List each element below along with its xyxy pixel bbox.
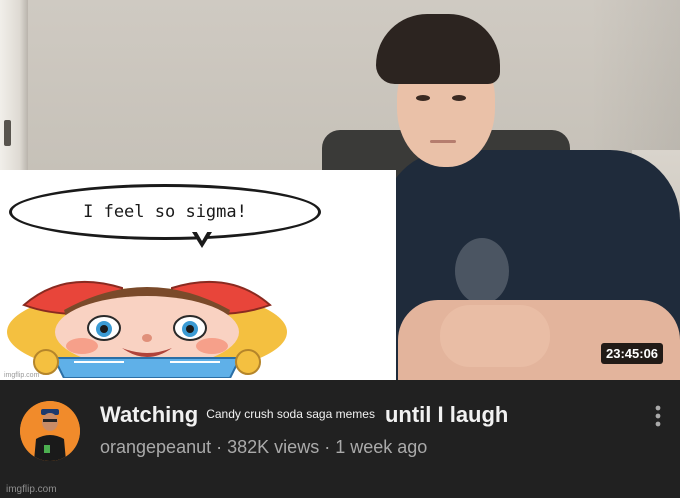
upload-age: 1 week ago xyxy=(335,437,428,457)
meta-separator: · xyxy=(324,437,331,457)
video-title[interactable]: Watching Candy crush soda saga memes until… xyxy=(100,402,508,432)
imgflip-watermark: imgflip.com xyxy=(6,484,57,495)
candy-crush-character-icon xyxy=(7,280,287,378)
view-count: 382K views xyxy=(227,437,320,457)
more-options-button[interactable] xyxy=(650,404,666,428)
speech-bubble: I feel so sigma! xyxy=(9,184,321,240)
door-frame xyxy=(0,0,28,170)
video-thumbnail[interactable]: I feel so sigma! imgflip.com 23:45:06 xyxy=(0,0,680,380)
video-title-part-1: Watching xyxy=(100,402,199,427)
left-eye xyxy=(416,95,430,101)
speech-bubble-tail xyxy=(192,229,212,248)
meme-watermark: imgflip.com xyxy=(4,372,40,379)
video-metadata: orangepeanut · 382K views · 1 week ago xyxy=(100,437,427,458)
video-title-part-2: until I laugh xyxy=(384,402,509,427)
person-hands xyxy=(440,305,550,367)
video-duration-badge: 23:45:06 xyxy=(601,343,664,364)
door-hinge xyxy=(4,120,11,146)
vertical-ellipsis-icon xyxy=(655,405,661,427)
video-title-inserted-text: Candy crush soda saga memes xyxy=(206,407,375,421)
person-hair xyxy=(376,14,500,84)
meme-overlay: I feel so sigma! imgflip.com xyxy=(0,170,396,380)
speech-bubble-text: I feel so sigma! xyxy=(83,202,247,222)
channel-avatar[interactable] xyxy=(20,401,80,461)
shirt-graphic xyxy=(455,238,509,304)
channel-name[interactable]: orangepeanut xyxy=(100,437,211,457)
mouth xyxy=(430,140,456,143)
video-info-bar: Watching Candy crush soda saga memes until… xyxy=(0,380,680,498)
right-eye xyxy=(452,95,466,101)
meta-separator: · xyxy=(216,437,223,457)
avatar-person-icon xyxy=(20,401,80,461)
